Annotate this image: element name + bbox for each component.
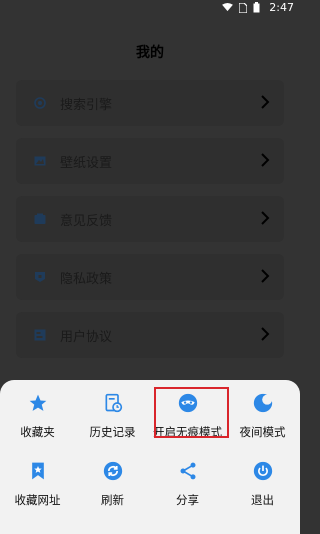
- action-share[interactable]: 分享: [150, 458, 225, 508]
- status-time: 2:47: [269, 1, 294, 14]
- chevron-right-icon: [261, 211, 270, 225]
- action-label: 夜间模式: [239, 425, 286, 439]
- battery-icon: [253, 2, 260, 13]
- feedback-icon: [34, 213, 46, 225]
- night-mode-icon: [252, 392, 274, 414]
- search-engine-icon: [34, 97, 46, 109]
- settings-menu: 搜索引擎 壁纸设置 意见反馈 隐私政策 用户协议: [16, 80, 284, 370]
- menu-item-label: 壁纸设置: [60, 155, 113, 171]
- highlight-box: [154, 387, 229, 438]
- menu-item-label: 意见反馈: [60, 213, 113, 229]
- sim-icon: [239, 2, 247, 13]
- privacy-icon: [34, 271, 46, 283]
- menu-item-feedback[interactable]: 意见反馈: [16, 196, 284, 242]
- chevron-right-icon: [261, 95, 270, 109]
- action-label: 收藏夹: [20, 425, 55, 439]
- action-favorites[interactable]: 收藏夹: [0, 390, 75, 440]
- refresh-icon: [102, 460, 124, 482]
- action-sheet: 收藏夹 历史记录 开启无痕模式 夜间模式 收藏网址 刷新 分享 退出: [0, 380, 300, 534]
- power-icon: [252, 460, 274, 482]
- action-label: 历史记录: [89, 425, 136, 439]
- chevron-right-icon: [261, 153, 270, 167]
- action-exit[interactable]: 退出: [225, 458, 300, 508]
- page-title: 我的: [136, 45, 164, 61]
- menu-item-label: 用户协议: [60, 329, 113, 345]
- action-label: 退出: [251, 493, 274, 507]
- star-icon: [27, 392, 49, 414]
- bookmark-icon: [27, 460, 49, 482]
- action-refresh[interactable]: 刷新: [75, 458, 150, 508]
- action-label: 收藏网址: [14, 493, 61, 507]
- wallpaper-icon: [34, 155, 46, 167]
- wifi-icon: [222, 3, 233, 12]
- action-label: 刷新: [101, 493, 124, 507]
- share-icon: [177, 460, 199, 482]
- menu-item-agreement[interactable]: 用户协议: [16, 312, 284, 358]
- menu-item-wallpaper[interactable]: 壁纸设置: [16, 138, 284, 184]
- chevron-right-icon: [261, 269, 270, 283]
- menu-item-label: 隐私政策: [60, 271, 113, 287]
- menu-item-search-engine[interactable]: 搜索引擎: [16, 80, 284, 126]
- chevron-right-icon: [261, 327, 270, 341]
- action-label: 分享: [176, 493, 199, 507]
- status-bar: 2:47: [0, 0, 300, 16]
- menu-item-label: 搜索引擎: [60, 97, 113, 113]
- status-icons: [222, 2, 260, 13]
- agreement-icon: [34, 329, 46, 341]
- menu-item-privacy[interactable]: 隐私政策: [16, 254, 284, 300]
- action-history[interactable]: 历史记录: [75, 390, 150, 440]
- action-bookmark[interactable]: 收藏网址: [0, 458, 75, 508]
- action-night-mode[interactable]: 夜间模式: [225, 390, 300, 440]
- history-icon: [102, 392, 124, 414]
- action-grid: 收藏夹 历史记录 开启无痕模式 夜间模式 收藏网址 刷新 分享 退出: [0, 390, 300, 508]
